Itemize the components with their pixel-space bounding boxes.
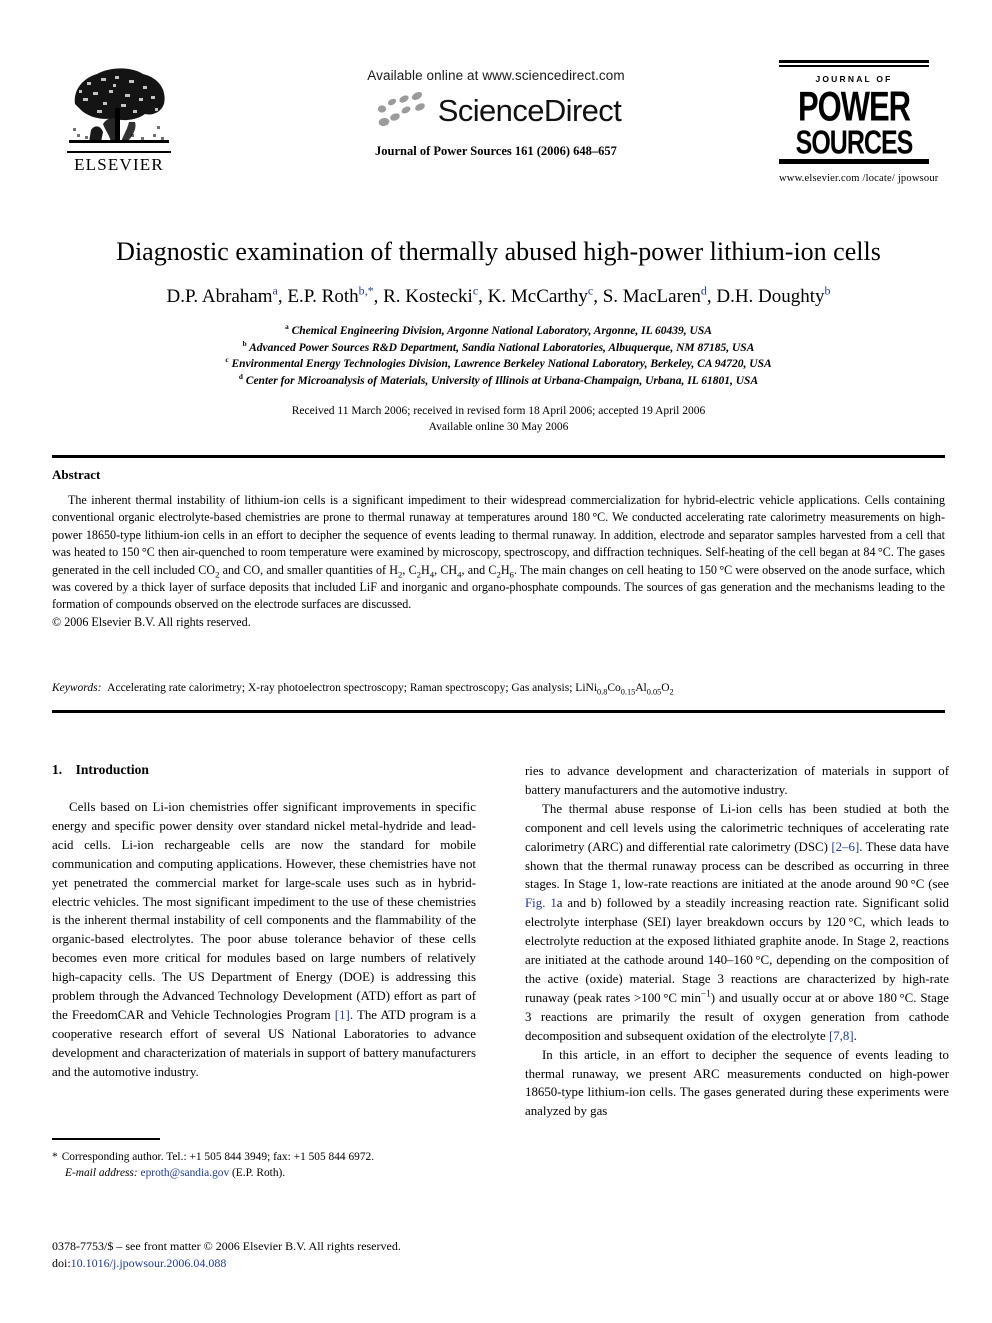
abstract-text-b: and CO, and smaller quantities of H [219,562,398,577]
footnote-area: * Corresponding author. Tel.: +1 505 844 … [52,1138,476,1181]
doi-line: doi:10.1016/j.jpowsour.2006.04.088 [52,1255,552,1272]
received-dates: Received 11 March 2006; received in revi… [291,405,706,417]
intro-text-a: Cells based on Li-ion chemistries offer … [52,800,476,1022]
affiliation-text: Center for Microanalysis of Materials, U… [245,374,759,387]
available-online-text: Available online at www.sciencedirect.co… [367,68,625,83]
citation-ref-7-8[interactable]: [7,8] [829,1029,854,1043]
elsevier-logo-rule [67,151,171,153]
section-heading-introduction: 1. Introduction [52,762,149,777]
author-affiliation-mark: b [824,283,831,298]
author-affiliation-mark: d [700,283,707,298]
kw-sub-ni: 0.8 [597,687,608,697]
sciencedirect-dots-icon [377,92,425,127]
paragraph-intro-3: In this article, in an effort to deciphe… [525,1047,949,1119]
author-name: S. MacLaren [602,286,701,307]
sciencedirect-logo: ScienceDirect [300,90,692,130]
kw-co: Co [607,682,621,694]
abstract-copyright: © 2006 Elsevier B.V. All rights reserved… [52,614,251,629]
journal-url: www.elsevier.com /locate/ jpowsour [779,172,939,184]
doi-link[interactable]: 10.1016/j.jpowsour.2006.04.088 [71,1256,227,1270]
doi-label: doi: [52,1256,71,1270]
intro2-text-c: a and b) followed by a steadily increasi… [525,896,949,1005]
abstract-text-g: H [500,562,510,577]
affiliation-mark: a [285,323,289,332]
email-link[interactable]: eproth@sandia.gov [141,1167,230,1179]
author-name: R. Kostecki [383,286,473,307]
paragraph-intro-1: Cells based on Li-ion chemistries offer … [52,798,476,1082]
affiliation-item: a Chemical Engineering Division, Argonne… [52,323,945,340]
affiliation-text: Advanced Power Sources R&D Department, S… [249,341,755,354]
author-affiliation-mark: a [272,283,278,298]
journal-logo-sources: SOURCES [795,123,914,162]
abstract-text-f: , and C [461,562,497,577]
abstract-text-e: , CH [434,562,458,577]
sciencedirect-wordmark: ScienceDirect [437,92,622,128]
column-right: ries to advance development and characte… [525,762,949,1121]
author-name: D.P. Abraham [166,286,273,307]
footnote-star-mark: * [52,1151,58,1163]
abstract-text-d: H [421,562,430,577]
page-title: Diagnostic examination of thermally abus… [116,237,881,266]
abstract-section: Abstract The inherent thermal instabilit… [52,467,945,631]
abstract-top-rule [52,455,945,458]
issn-front-matter-line: 0378-7753/$ – see front matter © 2006 El… [52,1239,401,1253]
masthead: ELSEVIER Available online at www.science… [0,58,992,208]
abstract-bottom-rule [52,710,945,713]
kw-o: O [661,682,670,694]
email-owner: (E.P. Roth). [232,1167,286,1179]
affiliation-mark: b [242,339,247,348]
affiliation-text: Chemical Engineering Division, Argonne N… [291,325,712,337]
author-name: E.P. Roth [287,286,359,307]
affiliation-mark: d [238,372,243,381]
author-list: D.P. Abrahama, E.P. Rothb,*, R. Kostecki… [166,283,831,307]
affiliation-text: Environmental Energy Technologies Divisi… [231,358,772,370]
available-online-date: Available online 30 May 2006 [428,421,569,433]
kw-sub-al: 0.05 [646,687,662,697]
kw-sub-co: 0.15 [620,687,636,697]
journal-logo: JOURNAL OF POWER SOURCES www.elsevier.co… [779,60,939,184]
elsevier-logo: ELSEVIER [57,64,181,174]
journal-logo-power: POWER [797,82,911,130]
issn-copyright-block: 0378-7753/$ – see front matter © 2006 El… [52,1238,552,1272]
affiliation-list: a Chemical Engineering Division, Argonne… [52,323,945,389]
article-page: ELSEVIER Available online at www.science… [0,0,992,1323]
keywords-line: Keywords: Accelerating rate calorimetry;… [52,680,945,696]
affiliation-item: b Advanced Power Sources R&D Department,… [52,340,945,357]
column-left: 1. Introduction Cells based on Li-ion ch… [52,762,476,1082]
exponent-minus-one: −1 [700,989,711,1000]
citation-ref-2-6[interactable]: [2–6] [831,840,859,854]
footnote-rule [52,1138,160,1140]
footnote-corresponding-author: * Corresponding author. Tel.: +1 505 844 … [52,1149,476,1165]
author-affiliation-mark: c [472,283,479,298]
paragraph-intro-1-continued: ries to advance development and characte… [525,764,949,797]
journal-citation: Journal of Power Sources 161 (2006) 648–… [375,144,617,158]
author-affiliation-mark: c [587,283,594,298]
title-block: Diagnostic examination of thermally abus… [52,236,945,435]
author-name: D.H. Doughty [716,286,825,307]
author-name: K. McCarthy [487,286,588,307]
kw-sub-o: 2 [669,687,674,697]
footnote-corresponding-text: Corresponding author. Tel.: +1 505 844 3… [61,1151,375,1163]
email-address-label: E-mail address: [65,1167,138,1179]
citation-ref-1[interactable]: [1] [335,1008,350,1022]
keywords-label: Keywords: [52,682,102,694]
footnote-email-line: E-mail address: eproth@sandia.gov (E.P. … [52,1165,476,1181]
affiliation-item: c Environmental Energy Technologies Divi… [52,356,945,373]
elsevier-tree-icon [67,64,171,150]
paragraph-intro-2: The thermal abuse response of Li-ion cel… [525,800,949,1046]
kw-al: Al [635,682,647,694]
sciencedirect-block: Available online at www.sciencedirect.co… [300,68,692,159]
figure-ref-fig1[interactable]: Fig. 1 [525,896,557,910]
elsevier-wordmark: ELSEVIER [74,155,164,174]
abstract-text-c: , C [402,562,417,577]
abstract-paragraph: The inherent thermal instability of lith… [52,492,945,614]
publication-dates: Received 11 March 2006; received in revi… [52,403,945,435]
affiliation-item: d Center for Microanalysis of Materials,… [52,373,945,390]
keywords-text: Accelerating rate calorimetry; X-ray pho… [107,682,598,694]
intro2-text-e: . [853,1028,857,1043]
affiliation-mark: c [225,356,229,365]
abstract-heading: Abstract [52,467,101,482]
author-affiliation-mark: b,* [358,283,374,298]
